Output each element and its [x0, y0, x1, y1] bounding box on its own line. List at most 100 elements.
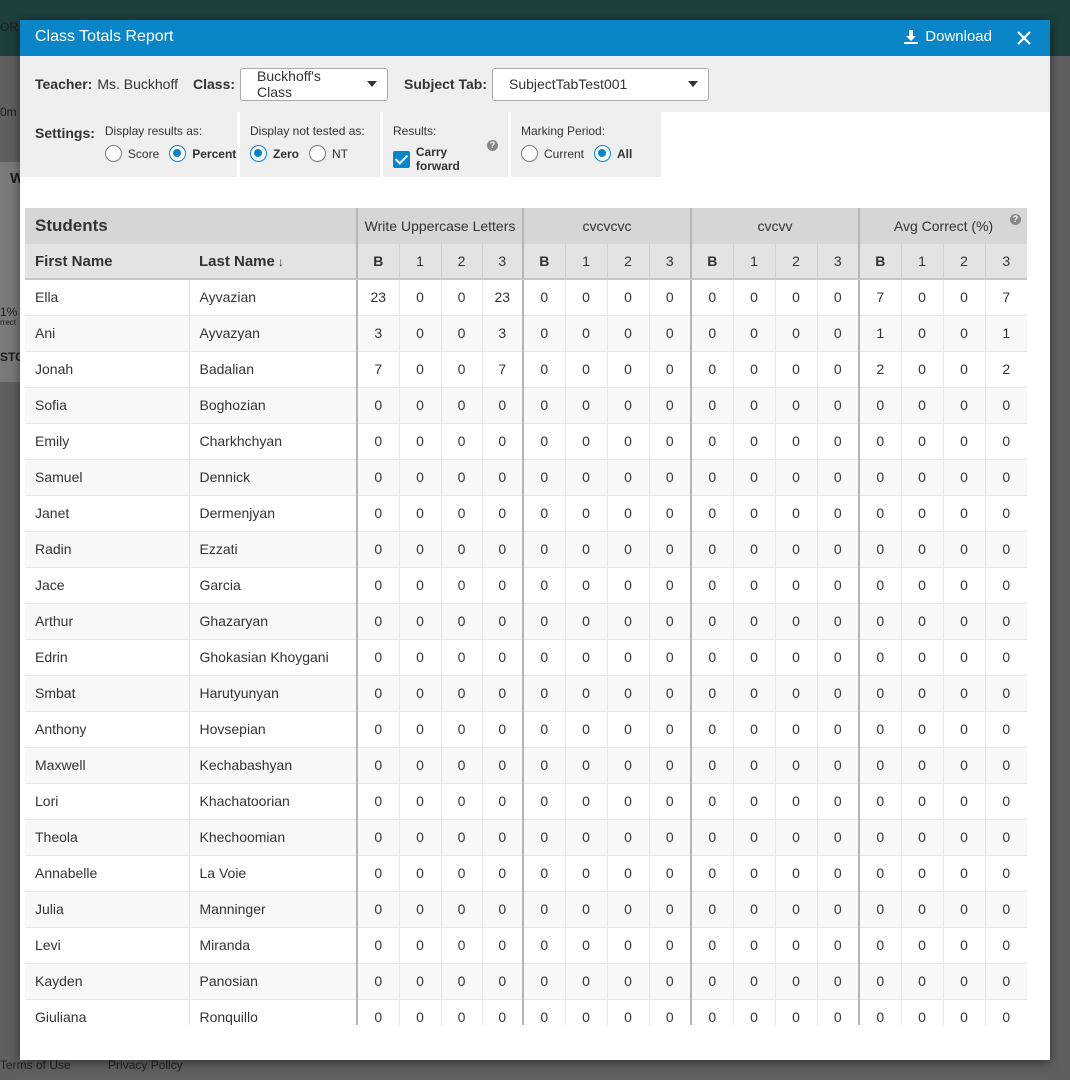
score-cell: 0 — [440, 603, 483, 640]
table-row: Annabelle La Voie 0 0 0 0 0 0 0 0 0 0 0 0 0 0 0 0 — [25, 855, 1027, 892]
terms-link[interactable]: Terms of Use — [0, 1058, 71, 1072]
score-cell: 0 — [774, 387, 818, 424]
score-cell: 0 — [732, 999, 776, 1025]
score-cell: 0 — [900, 855, 944, 892]
score-cell: 0 — [942, 711, 986, 748]
score-cell: 0 — [481, 459, 524, 496]
close-icon[interactable] — [1016, 30, 1032, 46]
score-cell: 0 — [942, 891, 986, 928]
score-cell: 0 — [564, 747, 608, 784]
score-cell: 0 — [522, 495, 566, 532]
last-name-cell: Ayvazian — [188, 279, 358, 316]
class-select[interactable]: Buckhoff's Class — [240, 67, 389, 101]
score-cell: 0 — [648, 315, 692, 352]
nt-radio[interactable] — [309, 145, 327, 162]
score-cell: 0 — [690, 315, 734, 352]
score-cell: 0 — [900, 387, 944, 424]
score-cell: 0 — [606, 567, 650, 604]
score-cell: 0 — [816, 351, 860, 388]
score-cell: 0 — [732, 711, 776, 748]
table-row: Radin Ezzati 0 0 0 0 0 0 0 0 0 0 0 0 0 0 0 0 — [25, 531, 1027, 568]
settings-results: Results: Carry forward ? — [383, 112, 508, 177]
zero-radio[interactable] — [250, 145, 267, 162]
score-cell: 0 — [522, 891, 566, 928]
last-name-header[interactable]: Last Name ↓ — [189, 244, 358, 280]
score-cell: 0 — [606, 783, 650, 820]
score-cell: 0 — [690, 351, 734, 388]
score-cell: 0 — [732, 855, 776, 892]
score-cell: 0 — [858, 603, 902, 640]
table-row: Jace Garcia 0 0 0 0 0 0 0 0 0 0 0 0 0 0 0 0 — [25, 567, 1027, 604]
carry-forward-checkbox[interactable] — [393, 150, 410, 168]
first-name-cell: Annabelle — [25, 855, 189, 892]
first-name-cell: Ella — [25, 279, 189, 316]
privacy-link[interactable]: Privacy Policy — [108, 1058, 183, 1072]
score-cell: 0 — [481, 963, 524, 1000]
score-cell: 0 — [774, 855, 818, 892]
score-cell: 0 — [690, 855, 734, 892]
score-cell: 0 — [858, 567, 902, 604]
help-icon[interactable]: ? — [487, 140, 498, 151]
help-icon[interactable]: ? — [1010, 214, 1022, 225]
score-cell: 0 — [440, 639, 483, 676]
all-radio[interactable] — [594, 145, 612, 162]
score-cell: 0 — [732, 531, 776, 568]
score-cell: 0 — [481, 711, 524, 748]
score-cell: 0 — [440, 999, 483, 1025]
current-radio[interactable] — [521, 145, 538, 162]
last-name-cell: Harutyunyan — [188, 675, 358, 712]
results-table-container[interactable]: Students Write Uppercase Letters cvcvcvc… — [25, 208, 1027, 1025]
score-cell: 0 — [564, 639, 608, 676]
score-cell: 0 — [398, 495, 442, 532]
class-label: Class: — [193, 76, 236, 92]
score-cell: 0 — [564, 963, 608, 1000]
score-cell: 0 — [816, 495, 860, 532]
score-cell: 0 — [774, 999, 818, 1025]
score-cell: 23 — [356, 279, 400, 316]
score-cell: 0 — [648, 927, 692, 964]
first-name-cell: Emily — [25, 423, 189, 460]
score-cell: 0 — [522, 783, 566, 820]
score-cell: 0 — [356, 711, 400, 748]
score-cell: 0 — [690, 711, 734, 748]
subcolumn-header: 1 — [398, 244, 442, 280]
score-cell: 0 — [984, 639, 1027, 676]
score-cell: 0 — [564, 819, 608, 856]
download-button[interactable]: Download — [903, 28, 992, 45]
score-cell: 0 — [942, 603, 986, 640]
score-cell: 0 — [398, 459, 442, 496]
score-cell: 0 — [481, 423, 524, 460]
score-cell: 0 — [648, 279, 692, 316]
score-cell: 0 — [816, 747, 860, 784]
score-cell: 0 — [564, 999, 608, 1025]
background-text: 0m — [0, 105, 17, 119]
score-cell: 0 — [564, 495, 608, 532]
percent-radio[interactable] — [169, 145, 187, 162]
first-name-cell: Janet — [25, 495, 189, 532]
score-radio[interactable] — [104, 145, 122, 162]
last-name-label: Last Name — [199, 252, 275, 270]
last-name-cell: Badalian — [188, 351, 358, 388]
score-cell: 0 — [440, 279, 483, 316]
score-cell: 0 — [774, 747, 818, 784]
subcolumn-header: 2 — [774, 244, 818, 280]
score-cell: 0 — [774, 279, 818, 316]
score-cell: 0 — [732, 423, 776, 460]
first-name-header[interactable]: First Name — [25, 244, 189, 280]
score-cell: 0 — [440, 531, 483, 568]
score-cell: 0 — [522, 675, 566, 712]
sort-arrow-down-icon: ↓ — [277, 254, 284, 269]
score-cell: 0 — [900, 567, 944, 604]
score-cell: 0 — [984, 747, 1027, 784]
last-name-cell: Charkhchyan — [188, 423, 358, 460]
score-cell: 0 — [942, 927, 986, 964]
score-cell: 0 — [774, 603, 818, 640]
score-cell: 0 — [648, 819, 692, 856]
score-cell: 0 — [858, 747, 902, 784]
score-cell: 0 — [522, 279, 566, 316]
score-cell: 0 — [900, 711, 944, 748]
score-cell: 0 — [440, 423, 483, 460]
subject-select[interactable]: SubjectTabTest001 — [492, 67, 709, 101]
score-cell: 0 — [816, 999, 860, 1025]
score-cell: 0 — [690, 927, 734, 964]
